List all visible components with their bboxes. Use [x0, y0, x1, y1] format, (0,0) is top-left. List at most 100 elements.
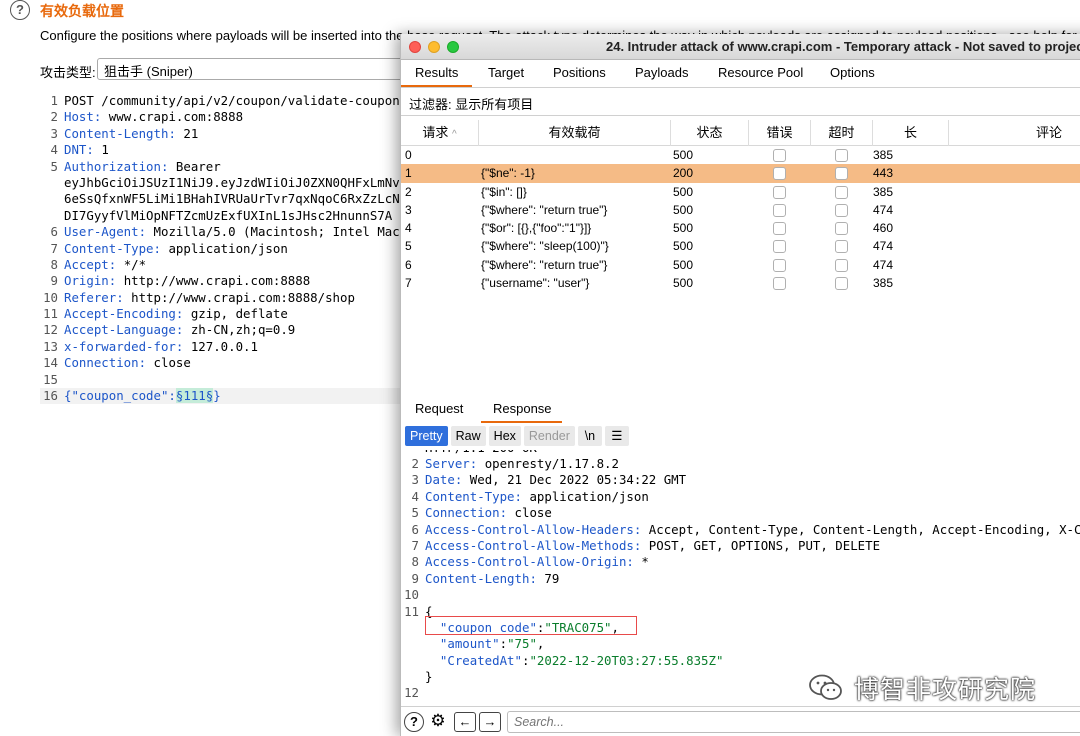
header-value: Accept, Content-Type, Content-Length, Ac…	[648, 521, 1080, 537]
header-name: Access-Control-Allow-Origin	[425, 554, 627, 570]
help-icon[interactable]: ?	[404, 712, 424, 732]
col-comment[interactable]: 评论	[949, 120, 1080, 146]
timeout-checkbox[interactable]	[835, 203, 848, 217]
minimize-window-icon[interactable]	[428, 41, 440, 53]
header-name: Server	[425, 456, 470, 471]
json-tail: ,	[536, 636, 545, 652]
render-view-button[interactable]: Render	[523, 426, 575, 446]
results-filter-bar[interactable]: 过滤器: 显示所有项目	[401, 88, 1080, 116]
table-row[interactable]: 5 {"$where": "sleep(100)"} 500 474	[401, 237, 1080, 255]
pretty-view-button[interactable]: Pretty	[405, 426, 448, 446]
help-icon[interactable]: ?	[10, 0, 30, 20]
tab-target[interactable]: Target	[488, 65, 524, 80]
timeout-checkbox[interactable]	[835, 240, 848, 254]
gear-icon[interactable]: ⚙	[428, 712, 448, 732]
timeout-checkbox[interactable]	[835, 185, 848, 199]
raw-view-button[interactable]: Raw	[450, 426, 486, 446]
line-number: 13	[43, 338, 58, 354]
hex-view-button[interactable]: Hex	[488, 426, 521, 446]
close-window-icon[interactable]	[409, 41, 421, 53]
request-response-tabs: Request Response	[401, 396, 1080, 424]
cell-payload: {"username": "user"}	[481, 276, 590, 291]
table-row[interactable]: 3 {"$where": "return true"} 500 474	[401, 201, 1080, 219]
table-row[interactable]: 6 {"$where": "return true"} 500 474	[401, 256, 1080, 274]
col-payload[interactable]: 有效载荷	[479, 120, 671, 146]
line-number: 8	[50, 256, 58, 272]
header-colon: :	[499, 505, 508, 521]
timeout-checkbox[interactable]	[835, 149, 848, 162]
request-line: 1 POST /community/api/v2/coupon/validate-…	[40, 93, 410, 109]
header-value: 127.0.0.1	[183, 338, 258, 354]
json-key: "amount"	[439, 636, 500, 652]
header-value: http://www.crapi.com:8888/shop	[123, 289, 355, 305]
sort-ascending-icon: ^	[451, 129, 457, 140]
table-row[interactable]: 0 500 385	[401, 146, 1080, 164]
timeout-checkbox[interactable]	[835, 258, 848, 272]
header-name: Date	[425, 472, 455, 488]
cell-length: 443	[873, 166, 894, 181]
request-line: 4 DNT: 1	[40, 142, 410, 158]
table-row[interactable]: 7 {"username": "user"} 500 385	[401, 274, 1080, 292]
zoom-window-icon[interactable]	[447, 41, 459, 53]
col-timeout[interactable]: 超时	[811, 120, 873, 146]
col-status[interactable]: 状态	[671, 120, 749, 146]
error-checkbox[interactable]	[773, 167, 786, 181]
json-colon: :	[499, 636, 508, 652]
request-line: 11 Accept-Encoding: gzip, deflate	[40, 306, 410, 322]
timeout-checkbox[interactable]	[835, 222, 848, 236]
header-value: close	[146, 355, 191, 371]
col-length[interactable]: 长	[873, 120, 949, 146]
cell-length: 385	[873, 276, 894, 291]
line-number: 15	[43, 371, 58, 387]
json-line: "CreatedAt":"2022-12-20T03:27:55.835Z"	[401, 653, 1080, 669]
show-newlines-button[interactable]: \n	[577, 426, 602, 446]
cell-request: 0	[405, 148, 412, 162]
response-viewer[interactable]: HTTP/1.1 200 OK2 Server: openresty/1.17.8…	[401, 450, 1080, 700]
error-checkbox[interactable]	[773, 222, 786, 236]
header-name: Content-Length	[425, 570, 530, 586]
tab-options[interactable]: Options	[830, 65, 875, 80]
col-error[interactable]: 错误	[749, 120, 811, 146]
error-checkbox[interactable]	[773, 240, 786, 254]
line-number: 3	[50, 125, 58, 141]
error-checkbox[interactable]	[773, 185, 786, 199]
col-request-label: 请求	[422, 125, 449, 140]
cell-payload: {"$where": "return true"}	[481, 257, 608, 272]
error-checkbox[interactable]	[773, 203, 786, 217]
tab-payloads[interactable]: Payloads	[635, 65, 688, 80]
tab-results[interactable]: Results	[400, 65, 473, 87]
line-number: 6	[411, 521, 419, 537]
header-colon: :	[514, 488, 522, 504]
line-number: 3	[411, 472, 419, 488]
error-checkbox[interactable]	[773, 277, 786, 291]
tab-positions[interactable]: Positions	[553, 65, 606, 80]
col-request[interactable]: 请求 ^	[401, 120, 479, 146]
table-row[interactable]: 4 {"$or": [{},{"foo":"1"}]} 500 460	[401, 219, 1080, 237]
error-checkbox[interactable]	[773, 149, 786, 162]
timeout-checkbox[interactable]	[835, 277, 848, 291]
hamburger-icon[interactable]: ☰	[604, 426, 629, 446]
header-name: Accept-Language	[64, 322, 176, 338]
arrow-right-icon[interactable]: →	[479, 712, 501, 732]
attack-type-select[interactable]: 狙击手 (Sniper)	[97, 58, 407, 80]
table-row[interactable]: 2 {"$in": []} 500 385	[401, 183, 1080, 201]
results-rows: 0 500 385 1 {"$ne": -1} 200 443 2 {"$in": []} 500…	[401, 146, 1080, 292]
timeout-checkbox[interactable]	[835, 167, 848, 181]
body-prefix: {"coupon_code":	[64, 388, 176, 404]
table-row[interactable]: 1 {"$ne": -1} 200 443	[401, 164, 1080, 183]
json-line: "amount":"75",	[401, 636, 1080, 652]
header-name: Access-Control-Allow-Methods	[425, 537, 634, 553]
tab-response[interactable]: Response	[481, 401, 562, 423]
arrow-left-icon[interactable]: ←	[454, 712, 476, 732]
header-value: *	[633, 554, 649, 570]
header-value: eyJhbGciOiJSUzI1NiJ9.eyJzdWIiOiJ0ZXN0QHF…	[64, 174, 410, 190]
request-template-editor[interactable]: 1 POST /community/api/v2/coupon/validate-…	[40, 93, 410, 736]
tab-request[interactable]: Request	[415, 401, 463, 416]
error-checkbox[interactable]	[773, 258, 786, 272]
tab-resource-pool[interactable]: Resource Pool	[718, 65, 803, 80]
header-colon: :	[529, 570, 537, 586]
line-number: 7	[50, 240, 58, 256]
payload-marker[interactable]: §111§	[175, 388, 214, 404]
request-line: 15	[40, 372, 410, 388]
search-input[interactable]	[507, 711, 1080, 733]
